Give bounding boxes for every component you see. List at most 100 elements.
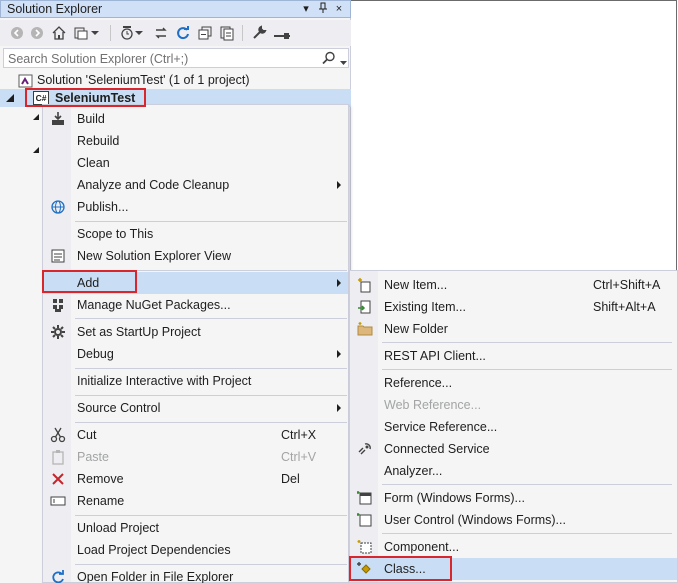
submenu-item-web-reference[interactable]: Web Reference... (350, 394, 677, 416)
menu-item-label: Scope to This (77, 227, 154, 241)
menu-item-build[interactable]: Build (43, 108, 348, 130)
search-icon[interactable] (322, 51, 336, 68)
menu-item-debug[interactable]: Debug (43, 343, 348, 365)
menu-item-label: Cut (77, 428, 97, 442)
submenu-item-component[interactable]: Component... (350, 536, 677, 558)
switch-views-icon[interactable] (72, 24, 90, 42)
menu-item-cut[interactable]: Cut Ctrl+X (43, 424, 348, 446)
forward-icon[interactable] (28, 24, 46, 42)
menu-item-label: Analyze and Code Cleanup (77, 178, 230, 192)
submenu-arrow-icon (337, 404, 341, 412)
properties-wrench-icon[interactable] (250, 24, 268, 42)
project-context-menu: Build Rebuild Clean Analyze and Code Cle… (42, 104, 349, 583)
menu-item-load-project-dependencies[interactable]: Load Project Dependencies (43, 539, 348, 561)
menu-item-rebuild[interactable]: Rebuild (43, 130, 348, 152)
menu-item-label: Manage NuGet Packages... (77, 298, 231, 312)
menu-item-add[interactable]: Add (43, 272, 348, 294)
menu-item-shortcut: Ctrl+Shift+A (593, 278, 661, 292)
menu-item-label: Web Reference... (384, 398, 482, 412)
search-input[interactable] (8, 51, 308, 66)
refresh-icon[interactable] (174, 24, 192, 42)
expand-arrow-icon[interactable] (6, 94, 14, 102)
submenu-item-service-reference[interactable]: Service Reference... (350, 416, 677, 438)
menu-item-paste[interactable]: Paste Ctrl+V (43, 446, 348, 468)
menu-item-label: Debug (77, 347, 114, 361)
menu-item-label: REST API Client... (384, 349, 486, 363)
menu-item-rename[interactable]: Rename (43, 490, 348, 512)
sync-active-document-icon[interactable] (152, 24, 170, 42)
menu-item-open-folder[interactable]: Open Folder in File Explorer (43, 566, 348, 583)
submenu-item-connected-service[interactable]: Connected Service (350, 438, 677, 460)
menu-item-remove[interactable]: Remove Del (43, 468, 348, 490)
pin-icon[interactable] (316, 2, 330, 16)
submenu-item-user-control[interactable]: User Control (Windows Forms)... (350, 509, 677, 531)
submenu-item-form[interactable]: Form (Windows Forms)... (350, 487, 677, 509)
rename-icon (50, 493, 66, 509)
menu-item-analyze-code-cleanup[interactable]: Analyze and Code Cleanup (43, 174, 348, 196)
menu-separator (75, 368, 347, 369)
menu-separator (75, 515, 347, 516)
back-icon[interactable] (8, 24, 26, 42)
chevron-down-icon[interactable] (340, 55, 347, 69)
solution-explorer-toolbar (0, 20, 351, 46)
submenu-item-new-folder[interactable]: New Folder (350, 318, 677, 340)
collapse-all-icon[interactable] (196, 24, 214, 42)
submenu-arrow-icon (337, 279, 341, 287)
existing-item-icon (357, 299, 373, 315)
expand-arrow-icon[interactable] (33, 147, 39, 153)
new-item-icon (357, 277, 373, 293)
submenu-arrow-icon (337, 350, 341, 358)
menu-item-label: New Item... (384, 278, 448, 292)
menu-separator (75, 270, 347, 271)
window-position-dropdown-icon[interactable]: ▾ (299, 2, 313, 16)
close-icon[interactable]: × (332, 2, 346, 16)
tree-row-solution[interactable]: Solution 'SeleniumTest' (1 of 1 project) (0, 71, 351, 89)
submenu-item-new-item[interactable]: New Item... Ctrl+Shift+A (350, 274, 677, 296)
expand-arrow-icon[interactable] (33, 114, 39, 120)
menu-item-label: Paste (77, 450, 109, 464)
open-folder-icon (50, 569, 66, 583)
menu-item-manage-nuget[interactable]: Manage NuGet Packages... (43, 294, 348, 316)
menu-item-scope-to-this[interactable]: Scope to This (43, 223, 348, 245)
menu-item-label: User Control (Windows Forms)... (384, 513, 566, 527)
chevron-down-icon[interactable] (90, 24, 100, 42)
menu-item-label: Component... (384, 540, 460, 554)
menu-item-label: Build (77, 112, 105, 126)
menu-separator (382, 369, 672, 370)
submenu-item-analyzer[interactable]: Analyzer... (350, 460, 677, 482)
preview-selected-items-icon[interactable] (272, 24, 292, 42)
menu-separator (75, 395, 347, 396)
menu-separator (382, 533, 672, 534)
panel-title-bar: Solution Explorer ▾ × (0, 0, 351, 18)
home-icon[interactable] (50, 24, 68, 42)
new-folder-icon (357, 321, 373, 337)
panel-title: Solution Explorer (7, 2, 103, 16)
menu-separator (75, 564, 347, 565)
menu-item-shortcut: Ctrl+V (281, 450, 317, 464)
menu-item-label: Load Project Dependencies (77, 543, 231, 557)
build-icon (50, 111, 66, 127)
menu-item-initialize-interactive[interactable]: Initialize Interactive with Project (43, 370, 348, 392)
menu-item-source-control[interactable]: Source Control (43, 397, 348, 419)
menu-item-set-startup-project[interactable]: Set as StartUp Project (43, 321, 348, 343)
publish-globe-icon (50, 199, 66, 215)
submenu-item-existing-item[interactable]: Existing Item... Shift+Alt+A (350, 296, 677, 318)
menu-item-label: Connected Service (384, 442, 490, 456)
menu-item-label: Class... (384, 562, 426, 576)
search-box[interactable] (3, 48, 349, 68)
menu-item-clean[interactable]: Clean (43, 152, 348, 174)
menu-item-label: Rename (77, 494, 125, 508)
menu-item-publish[interactable]: Publish... (43, 196, 348, 218)
user-control-icon (357, 512, 373, 528)
show-all-files-icon[interactable] (218, 24, 236, 42)
submenu-item-reference[interactable]: Reference... (350, 372, 677, 394)
submenu-item-class[interactable]: Class... (350, 558, 677, 580)
chevron-down-icon[interactable] (134, 24, 144, 42)
project-label: SeleniumTest (55, 91, 136, 105)
menu-item-new-solution-explorer-view[interactable]: New Solution Explorer View (43, 245, 348, 267)
menu-item-label: Reference... (384, 376, 453, 390)
menu-item-unload-project[interactable]: Unload Project (43, 517, 348, 539)
submenu-item-rest-api-client[interactable]: REST API Client... (350, 345, 677, 367)
class-icon (357, 561, 373, 577)
menu-item-label: Remove (77, 472, 124, 486)
